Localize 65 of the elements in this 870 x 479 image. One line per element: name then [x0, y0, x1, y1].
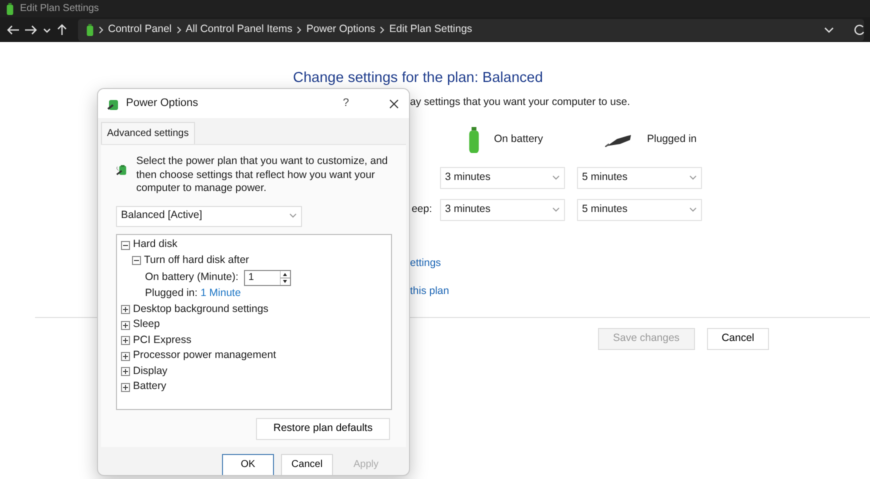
ok-button[interactable]: OK	[222, 454, 274, 475]
link[interactable]: this plan	[410, 284, 450, 296]
setting-label: eep:	[412, 202, 432, 215]
page-subtitle: ay settings that you want your computer to use.	[410, 96, 630, 108]
chevron-down-icon	[289, 213, 297, 219]
expand-icon[interactable]	[121, 336, 130, 346]
tab[interactable]: Advanced settings	[101, 122, 195, 144]
chevron-down-icon	[552, 174, 560, 181]
page-heading: Change settings for the plan: Balanced	[293, 70, 544, 87]
tree-item[interactable]: Display	[133, 364, 168, 380]
battery-icon	[6, 2, 14, 14]
plan-dropdown[interactable]: Balanced [Active]	[116, 206, 302, 226]
cancel-button[interactable]: Cancel	[281, 454, 333, 475]
collapse-icon[interactable]	[132, 256, 141, 266]
setting-label: Plugged in:	[145, 286, 198, 302]
tree-item[interactable]: Desktop background settings	[133, 302, 268, 318]
breadcrumb-link[interactable]: Edit Plan Settings	[389, 22, 472, 38]
chevron-icon	[296, 26, 302, 34]
plug-icon	[605, 132, 633, 147]
breadcrumb-link[interactable]: Power Options	[306, 22, 376, 38]
tree-item[interactable]: Battery	[133, 379, 166, 396]
chevron-icon	[176, 26, 182, 34]
up-icon[interactable]	[56, 24, 68, 36]
restore-defaults-button[interactable]: Restore plan defaults	[256, 418, 390, 440]
spin-arrows-icon[interactable]	[280, 270, 290, 284]
dropdown[interactable]: 3 minutes	[440, 166, 565, 189]
chevron-down-icon	[689, 174, 697, 181]
dropdown[interactable]: 5 minutes	[577, 166, 702, 189]
refresh-icon[interactable]	[854, 24, 864, 36]
chevron-icon	[98, 26, 104, 34]
expand-icon[interactable]	[121, 320, 130, 330]
cancel-button[interactable]: Cancel	[706, 328, 770, 350]
breadcrumb-link[interactable]: Control Panel	[108, 22, 172, 38]
tree-item[interactable]: Hard disk	[133, 237, 178, 254]
dropdown-icon[interactable]	[824, 24, 834, 34]
dropdown[interactable]: 3 minutes	[440, 198, 565, 221]
number-spinner[interactable]: 1	[244, 270, 292, 286]
dialog-title: Power Options	[126, 96, 200, 112]
battery-icon	[468, 126, 480, 153]
description-text: Select the power plan that you want to customize, and then choose settings that reflect how you want your computer to manage power.	[136, 155, 389, 196]
link[interactable]: ettings	[410, 256, 441, 269]
help-button[interactable]: ?	[342, 95, 349, 112]
dropdown[interactable]: 5 minutes	[577, 198, 702, 221]
column-header: On battery	[494, 132, 544, 147]
expand-icon[interactable]	[121, 367, 130, 376]
chevron-down-icon	[689, 206, 697, 213]
window-title: Edit Plan Settings	[20, 2, 99, 16]
expand-icon[interactable]	[121, 305, 130, 314]
expand-icon[interactable]	[121, 382, 130, 392]
setting-label: On battery (Minute):	[145, 270, 238, 285]
forward-icon[interactable]	[24, 24, 38, 36]
chevron-icon	[379, 26, 386, 34]
tree-item[interactable]: Processor power management	[133, 348, 276, 364]
breadcrumb-link[interactable]: All Control Panel Items	[186, 22, 292, 38]
back-icon[interactable]	[6, 24, 20, 36]
expand-icon[interactable]	[121, 352, 130, 361]
close-icon[interactable]	[389, 98, 399, 108]
tree-item[interactable]: Sleep	[133, 317, 160, 334]
tree-item[interactable]: Turn off hard disk after	[144, 252, 250, 269]
column-header: Plugged in	[647, 132, 697, 147]
tree-item[interactable]: PCI Express	[133, 332, 192, 349]
battery-icon	[86, 24, 94, 36]
value-link[interactable]: 1 Minute	[200, 286, 241, 302]
chevron-down-icon	[552, 206, 560, 213]
collapse-icon[interactable]	[121, 240, 130, 250]
